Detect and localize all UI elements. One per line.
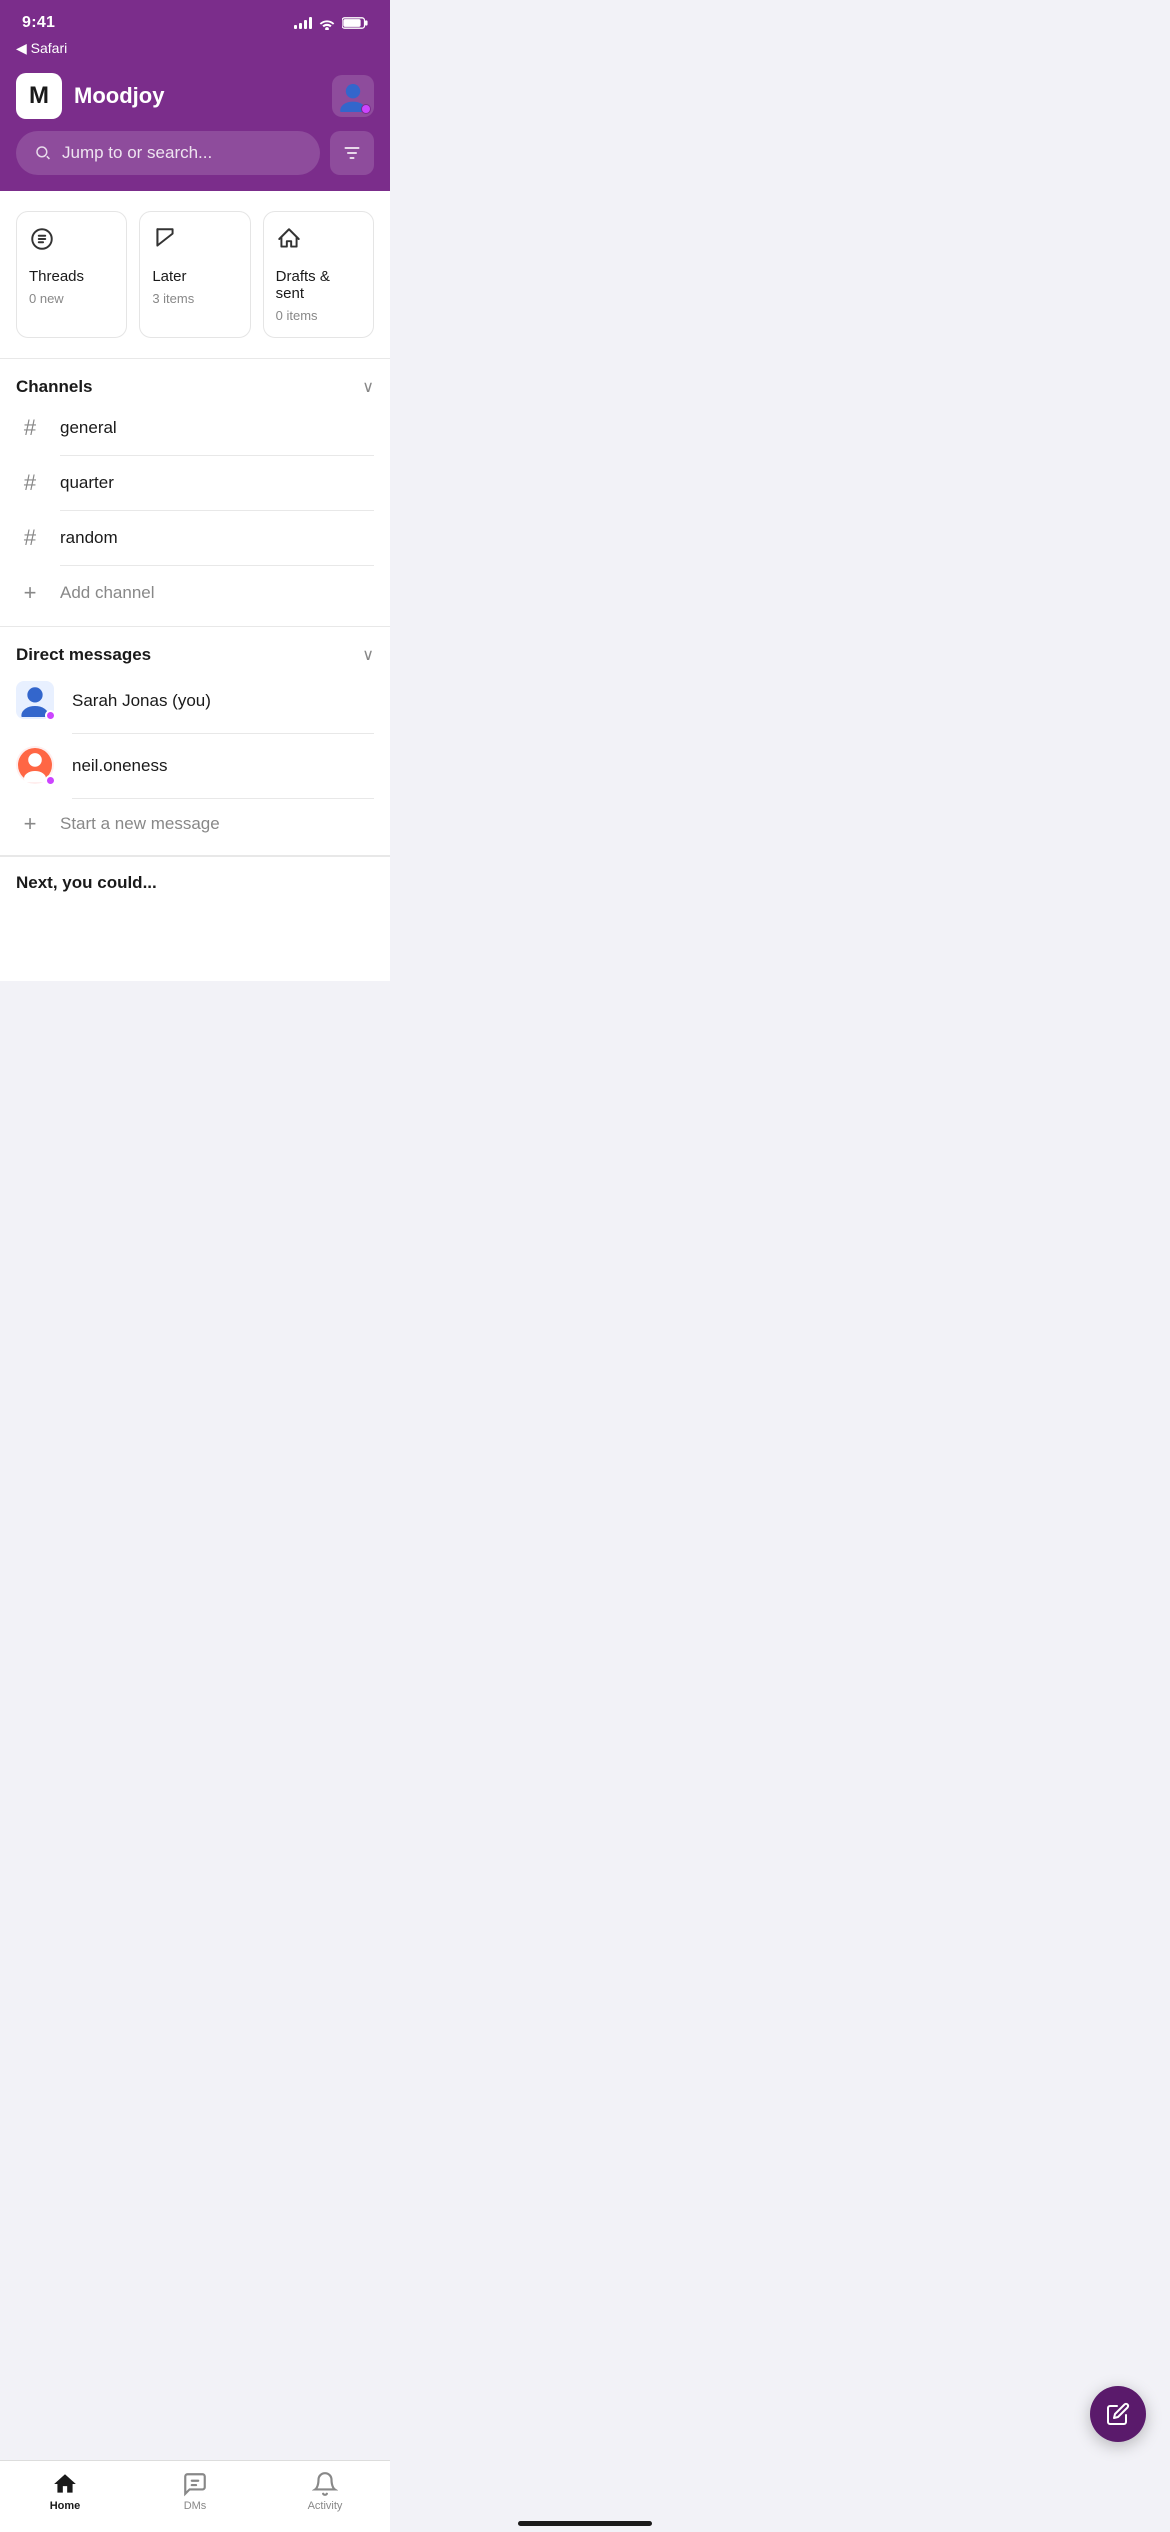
hash-icon-random: # — [16, 525, 44, 551]
dm-chevron: ∨ — [362, 645, 374, 665]
drafts-title: Drafts & sent — [276, 268, 361, 302]
sarah-name: Sarah Jonas (you) — [72, 691, 211, 711]
activity-label: Activity — [308, 2500, 343, 2512]
channel-item-random[interactable]: # random — [16, 511, 374, 565]
next-section: Next, you could... — [0, 856, 390, 901]
nav-dms[interactable]: DMs — [130, 2471, 260, 2512]
workspace-name: Moodjoy — [74, 83, 164, 109]
safari-back[interactable]: ◀ Safari — [0, 38, 390, 63]
channels-header[interactable]: Channels ∨ — [16, 377, 374, 397]
dm-item-sarah[interactable]: Sarah Jonas (you) — [16, 669, 374, 733]
hash-icon-general: # — [16, 415, 44, 441]
user-avatar-button[interactable] — [332, 75, 374, 117]
status-bar: 9:41 — [0, 0, 390, 38]
threads-card[interactable]: Threads 0 new — [16, 211, 127, 338]
dm-title: Direct messages — [16, 645, 151, 665]
neil-status-dot — [45, 775, 56, 786]
later-title: Later — [152, 268, 237, 285]
add-channel-label: Add channel — [60, 583, 155, 603]
dm-header[interactable]: Direct messages ∨ — [16, 645, 374, 665]
nav-home[interactable]: Home — [0, 2471, 130, 2512]
channel-item-general[interactable]: # general — [16, 401, 374, 455]
home-icon — [52, 2471, 78, 2497]
search-bar[interactable]: Jump to or search... — [16, 131, 320, 175]
search-row: Jump to or search... — [16, 131, 374, 175]
quick-access-row: Threads 0 new Later 3 items Drafts & sen… — [0, 191, 390, 358]
hash-icon-quarter: # — [16, 470, 44, 496]
online-status-dot — [361, 104, 371, 114]
channels-title: Channels — [16, 377, 93, 397]
threads-title: Threads — [29, 268, 114, 285]
dms-icon — [182, 2471, 208, 2497]
add-dm-icon: + — [16, 811, 44, 837]
battery-icon — [342, 16, 368, 30]
drafts-card[interactable]: Drafts & sent 0 items — [263, 211, 374, 338]
neil-name: neil.oneness — [72, 756, 167, 776]
filter-icon — [342, 143, 362, 163]
compose-icon — [1106, 2402, 1130, 2426]
search-placeholder: Jump to or search... — [62, 143, 212, 163]
activity-icon — [312, 2471, 338, 2497]
drafts-icon — [276, 226, 361, 258]
start-message-label: Start a new message — [60, 814, 220, 834]
workspace-logo[interactable]: M — [16, 73, 62, 119]
later-card[interactable]: Later 3 items — [139, 211, 250, 338]
dm-section: Direct messages ∨ Sarah Jonas (you) — [0, 627, 390, 855]
channel-item-quarter[interactable]: # quarter — [16, 456, 374, 510]
next-title: Next, you could... — [16, 873, 157, 892]
signal-icon — [294, 17, 312, 29]
workspace-info: M Moodjoy — [16, 73, 164, 119]
status-icons — [294, 16, 368, 30]
bottom-nav: Home DMs Activity — [0, 2460, 390, 2532]
start-new-message[interactable]: + Start a new message — [16, 799, 374, 849]
compose-fab[interactable] — [1090, 2386, 1146, 2442]
neil-avatar-wrap — [16, 746, 56, 786]
threads-subtitle: 0 new — [29, 291, 114, 306]
wifi-icon — [318, 16, 336, 30]
channel-name-general: general — [60, 418, 117, 438]
sarah-avatar-wrap — [16, 681, 56, 721]
nav-activity[interactable]: Activity — [260, 2471, 390, 2512]
home-indicator — [518, 2521, 652, 2526]
channels-chevron: ∨ — [362, 377, 374, 397]
later-subtitle: 3 items — [152, 291, 237, 306]
home-label: Home — [50, 2500, 81, 2512]
safari-back-label: ◀ Safari — [16, 40, 67, 57]
sarah-status-dot — [45, 710, 56, 721]
add-channel-icon: + — [16, 580, 44, 606]
threads-icon — [29, 226, 114, 258]
channel-name-quarter: quarter — [60, 473, 114, 493]
channel-name-random: random — [60, 528, 118, 548]
later-icon — [152, 226, 237, 258]
app-header: M Moodjoy Jump to or search... — [0, 63, 390, 191]
status-time: 9:41 — [22, 14, 55, 32]
channels-section: Channels ∨ # general # quarter # random … — [0, 359, 390, 626]
drafts-subtitle: 0 items — [276, 308, 361, 323]
filter-button[interactable] — [330, 131, 374, 175]
dm-item-neil[interactable]: neil.oneness — [16, 734, 374, 798]
search-icon — [34, 144, 52, 162]
add-channel-item[interactable]: + Add channel — [16, 566, 374, 620]
main-content: Threads 0 new Later 3 items Drafts & sen… — [0, 191, 390, 981]
dms-label: DMs — [184, 2500, 207, 2512]
